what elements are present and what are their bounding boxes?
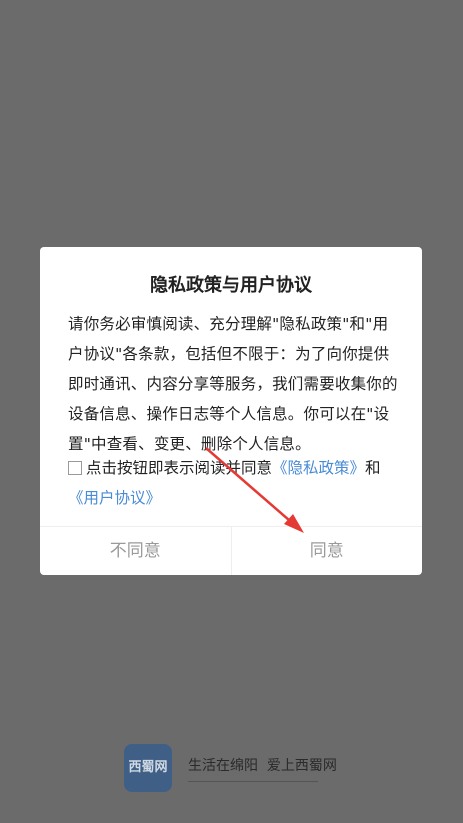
app-slogan: 生活在绵阳 爱上西蜀网 <box>188 757 337 774</box>
consent-row: 点击按钮即表示阅读并同意《隐私政策》和《用户协议》 <box>68 453 402 513</box>
and-text: 和 <box>365 459 381 477</box>
disagree-button[interactable]: 不同意 <box>40 527 231 575</box>
user-agreement-link[interactable]: 《用户协议》 <box>68 489 161 507</box>
dialog-buttons: 不同意 同意 <box>40 526 422 575</box>
privacy-policy-link[interactable]: 《隐私政策》 <box>272 459 365 477</box>
dialog-title: 隐私政策与用户协议 <box>150 275 312 296</box>
consent-text: 点击按钮即表示阅读并同意 <box>86 459 273 477</box>
privacy-dialog: 隐私政策与用户协议 请你务必审慎阅读、充分理解"隐私政策"和"用户协议"各条款，… <box>40 247 422 575</box>
dialog-body-text: 请你务必审慎阅读、充分理解"隐私政策"和"用户协议"各条款，包括但不限于：为了向… <box>68 315 398 453</box>
footer-branding: 西蜀网 生活在绵阳 爱上西蜀网 <box>124 744 337 792</box>
agree-button[interactable]: 同意 <box>232 527 423 575</box>
slogan-underline <box>188 780 318 782</box>
app-logo: 西蜀网 <box>124 744 172 792</box>
consent-checkbox[interactable] <box>68 461 82 475</box>
